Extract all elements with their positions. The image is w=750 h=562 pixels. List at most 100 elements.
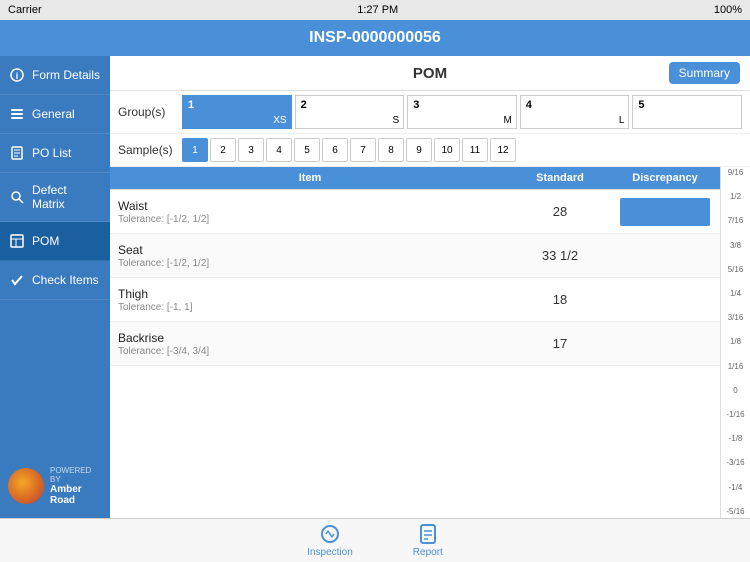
sample-btn-2[interactable]: 2: [210, 138, 236, 162]
battery-label: 100%: [714, 4, 742, 16]
td-item-waist: Waist Tolerance: [-1/2, 1/2]: [110, 190, 510, 233]
group-size-3: M: [503, 115, 513, 126]
sidebar-item-po-list[interactable]: PO List: [0, 134, 110, 173]
sample-btn-4[interactable]: 4: [266, 138, 292, 162]
sample-btn-10[interactable]: 10: [434, 138, 460, 162]
pom-title-bar: POM Summary: [110, 56, 750, 91]
svg-text:i: i: [16, 71, 19, 81]
ruler-mark-1-4: 1/4: [721, 290, 750, 298]
item-name-seat: Seat: [118, 243, 502, 257]
sample-btn-8[interactable]: 8: [378, 138, 404, 162]
sidebar-item-check-items[interactable]: Check Items: [0, 261, 110, 300]
item-name-waist: Waist: [118, 199, 502, 213]
table-row[interactable]: Thigh Tolerance: [-1, 1] 18: [110, 278, 720, 322]
table-row[interactable]: Backrise Tolerance: [-3/4, 3/4] 17: [110, 322, 720, 366]
ruler-mark-0: 0: [721, 387, 750, 395]
document-icon: [8, 144, 26, 162]
ruler-mark-5-16: 5/16: [721, 266, 750, 274]
sample-btn-6[interactable]: 6: [322, 138, 348, 162]
group-cell-5[interactable]: 5: [632, 95, 742, 129]
item-tolerance-thigh: Tolerance: [-1, 1]: [118, 302, 502, 313]
sample-btn-1[interactable]: 1: [182, 138, 208, 162]
group-cell-2[interactable]: 2 S: [295, 95, 405, 129]
ruler-mark-neg-1-16: -1/16: [721, 411, 750, 419]
th-discrepancy: Discrepancy: [610, 167, 720, 189]
th-standard: Standard: [510, 167, 610, 189]
td-item-backrise: Backrise Tolerance: [-3/4, 3/4]: [110, 322, 510, 365]
status-bar: Carrier 1:27 PM 100%: [0, 0, 750, 20]
group-num-1: 1: [185, 99, 194, 111]
group-size-4: L: [619, 115, 627, 126]
pom-table: Item Standard Discrepancy Waist Toleranc…: [110, 167, 750, 518]
logo-text: POWERED BY Amber Road: [50, 466, 102, 506]
logo-powered-by: POWERED BY: [50, 466, 102, 484]
sample-btn-5[interactable]: 5: [294, 138, 320, 162]
td-standard-backrise: 17: [510, 322, 610, 365]
ruler-mark-1-16: 1/16: [721, 363, 750, 371]
td-discrepancy-thigh[interactable]: [610, 278, 720, 321]
sample-btn-12[interactable]: 12: [490, 138, 516, 162]
sample-btn-7[interactable]: 7: [350, 138, 376, 162]
report-icon: [417, 523, 439, 545]
td-standard-thigh: 18: [510, 278, 610, 321]
ruler-mark-1-8: 1/8: [721, 338, 750, 346]
item-tolerance-backrise: Tolerance: [-3/4, 3/4]: [118, 346, 502, 357]
ruler-mark-7-16: 7/16: [721, 217, 750, 225]
right-ruler: 9/16 1/2 7/16 3/8 5/16 1/4 3/16 1/8 1/16…: [720, 167, 750, 518]
sidebar-item-general[interactable]: General: [0, 95, 110, 134]
sample-btn-9[interactable]: 9: [406, 138, 432, 162]
group-num-4: 4: [523, 99, 532, 111]
ruler-mark-neg-1-8: -1/8: [721, 435, 750, 443]
group-cell-4[interactable]: 4 L: [520, 95, 630, 129]
table-row[interactable]: Seat Tolerance: [-1/2, 1/2] 33 1/2: [110, 234, 720, 278]
tab-report[interactable]: Report: [413, 523, 443, 558]
samples-label: Sample(s): [118, 143, 178, 157]
td-discrepancy-waist[interactable]: [610, 190, 720, 233]
logo-brand: Amber Road: [50, 484, 102, 506]
th-item: Item: [110, 167, 510, 189]
ruler-mark-neg-1-4: -1/4: [721, 484, 750, 492]
table-row[interactable]: Waist Tolerance: [-1/2, 1/2] 28: [110, 190, 720, 234]
sample-btn-11[interactable]: 11: [462, 138, 488, 162]
header: INSP-0000000056: [0, 20, 750, 56]
item-tolerance-seat: Tolerance: [-1/2, 1/2]: [118, 258, 502, 269]
sidebar-logo: POWERED BY Amber Road: [0, 454, 110, 518]
sidebar-label-check-items: Check Items: [32, 273, 99, 287]
group-num-5: 5: [635, 99, 644, 111]
sample-buttons: 1 2 3 4 5 6 7 8 9 10 11 12: [182, 138, 516, 162]
item-name-thigh: Thigh: [118, 287, 502, 301]
item-tolerance-waist: Tolerance: [-1/2, 1/2]: [118, 214, 502, 225]
tab-bar: Inspection Report: [0, 518, 750, 562]
list-icon: [8, 105, 26, 123]
sidebar-item-defect-matrix[interactable]: Defect Matrix: [0, 173, 110, 222]
sidebar-item-form-details[interactable]: i Form Details: [0, 56, 110, 95]
ruler-mark-3-16: 3/16: [721, 314, 750, 322]
tab-inspection[interactable]: Inspection: [307, 523, 353, 558]
summary-button[interactable]: Summary: [669, 62, 740, 84]
discrepancy-cell-waist: [620, 198, 710, 226]
td-item-seat: Seat Tolerance: [-1/2, 1/2]: [110, 234, 510, 277]
td-standard-waist: 28: [510, 190, 610, 233]
inspection-icon: [319, 523, 341, 545]
samples-row: Sample(s) 1 2 3 4 5 6 7 8 9 10 11 12: [110, 134, 750, 167]
pom-section-title: POM: [413, 65, 447, 82]
sidebar-item-pom[interactable]: POM: [0, 222, 110, 261]
table-icon: [8, 232, 26, 250]
group-cell-3[interactable]: 3 M: [407, 95, 517, 129]
sidebar: i Form Details General PO List Defect Ma…: [0, 56, 110, 518]
time-label: 1:27 PM: [357, 4, 398, 16]
check-icon: [8, 271, 26, 289]
td-discrepancy-backrise[interactable]: [610, 322, 720, 365]
search-icon: [8, 188, 26, 206]
carrier-label: Carrier: [8, 4, 42, 16]
ruler-mark-neg-3-16: -3/16: [721, 459, 750, 467]
group-num-2: 2: [298, 99, 307, 111]
td-discrepancy-seat[interactable]: [610, 234, 720, 277]
ruler-mark-1-2: 1/2: [721, 193, 750, 201]
table-header: Item Standard Discrepancy: [110, 167, 750, 190]
groups-row: Group(s) 1 XS 2 S 3 M 4 L: [110, 91, 750, 134]
sample-btn-3[interactable]: 3: [238, 138, 264, 162]
td-standard-seat: 33 1/2: [510, 234, 610, 277]
group-cell-1[interactable]: 1 XS: [182, 95, 292, 129]
table-body: Waist Tolerance: [-1/2, 1/2] 28 Seat Tol…: [110, 190, 750, 518]
